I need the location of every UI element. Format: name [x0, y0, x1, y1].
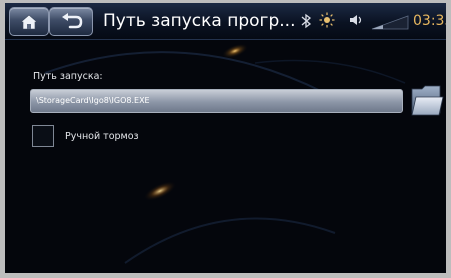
handbrake-checkbox[interactable]: [32, 125, 54, 147]
signal-strength-icon: [371, 15, 409, 30]
path-label: Путь запуска:: [33, 71, 103, 82]
device-frame: Путь запуска прогр... 03:3 Путь запуска:…: [0, 0, 451, 278]
handbrake-label: Ручной тормоз: [65, 131, 139, 142]
background-decoration: [44, 43, 406, 264]
page-title: Путь запуска прогр...: [103, 11, 296, 31]
folder-icon[interactable]: [410, 79, 444, 121]
home-icon: [20, 14, 38, 30]
home-button[interactable]: [9, 7, 49, 36]
launch-path-field[interactable]: \StorageCard\Igo8\IGO8.EXE: [30, 89, 403, 113]
back-arrow-icon: [62, 13, 83, 29]
clock: 03:35: [413, 13, 446, 29]
launch-path-value: \StorageCard\Igo8\IGO8.EXE: [36, 96, 150, 105]
screen: Путь запуска прогр... 03:3 Путь запуска:…: [5, 3, 446, 273]
title-bar: Путь запуска прогр... 03:3: [5, 3, 446, 40]
bluetooth-icon: [301, 13, 312, 29]
sun-icon: [319, 12, 335, 28]
back-button[interactable]: [49, 7, 93, 36]
volume-icon: [350, 15, 362, 25]
